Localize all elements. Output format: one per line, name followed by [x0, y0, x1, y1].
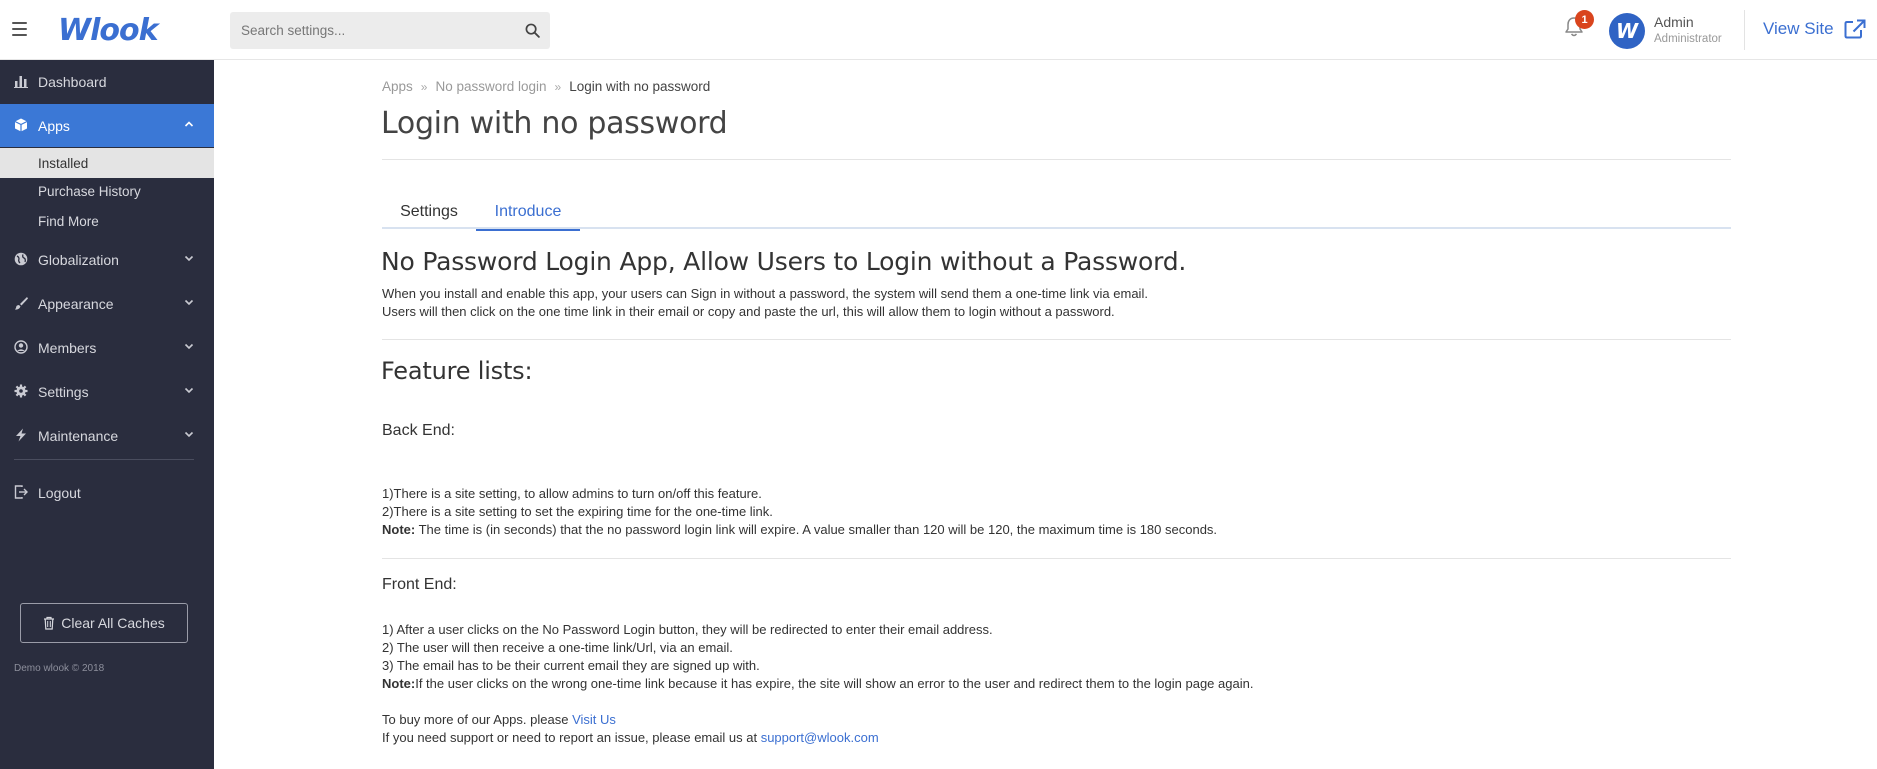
- search-input[interactable]: [230, 12, 514, 49]
- trash-icon: [44, 616, 55, 630]
- clear-all-caches-label: Clear All Caches: [61, 615, 165, 631]
- intro-line-1: When you install and enable this app, yo…: [382, 286, 1148, 301]
- sidebar-item-logout[interactable]: Logout: [0, 471, 214, 514]
- sidebar-subitem-installed[interactable]: Installed: [0, 148, 214, 178]
- chevron-down-icon: [184, 255, 194, 262]
- chevron-right-icon: »: [420, 79, 428, 94]
- view-site-label: View Site: [1763, 19, 1834, 38]
- clear-all-caches-button[interactable]: Clear All Caches: [20, 603, 188, 643]
- chevron-right-icon: »: [554, 79, 562, 94]
- notification-badge: 1: [1575, 10, 1594, 29]
- gear-icon: [14, 384, 28, 398]
- sidebar-item-label: Maintenance: [38, 427, 119, 444]
- sidebar-item-label: Members: [38, 339, 97, 356]
- divider: [382, 558, 1731, 559]
- logo-text: Wlook: [58, 12, 159, 48]
- support-email-link[interactable]: support@wlook.com: [761, 730, 879, 745]
- sidebar-item-appearance[interactable]: Appearance: [0, 282, 214, 325]
- tab-introduce[interactable]: Introduce: [476, 195, 580, 231]
- divider: [1744, 10, 1745, 50]
- support-line: If you need support or need to report an…: [382, 729, 879, 747]
- cube-icon: [14, 118, 28, 132]
- frontend-heading: Front End:: [382, 576, 457, 593]
- copyright: Demo wlook © 2018: [14, 663, 105, 674]
- sidebar-item-members[interactable]: Members: [0, 326, 214, 369]
- avatar[interactable]: W: [1609, 13, 1645, 49]
- external-link-icon: [1844, 19, 1866, 39]
- breadcrumb: Apps » No password login » Login with no…: [382, 79, 710, 94]
- divider: [382, 159, 1731, 160]
- chevron-down-icon: [184, 343, 194, 350]
- sidebar-item-label: Appearance: [38, 295, 114, 312]
- main-content: Apps » No password login » Login with no…: [214, 60, 1877, 769]
- chevron-up-icon: [184, 121, 194, 127]
- globe-icon: [14, 252, 28, 266]
- sidebar-subitem-purchase-history[interactable]: Purchase History: [0, 176, 214, 206]
- chevron-down-icon: [184, 387, 194, 394]
- breadcrumb-current: Login with no password: [569, 79, 711, 94]
- backend-note: Note: The time is (in seconds) that the …: [382, 521, 1217, 539]
- search-icon[interactable]: [514, 12, 550, 49]
- top-bar: Wlook 1 W Admin Administrator View Site: [0, 0, 1877, 60]
- sidebar-item-label: Settings: [38, 383, 89, 400]
- backend-item-1: 1)There is a site setting, to allow admi…: [382, 486, 762, 501]
- backend-heading: Back End:: [382, 422, 455, 439]
- note-text: If the user clicks on the wrong one-time…: [415, 676, 1254, 691]
- sidebar-item-label: Dashboard: [38, 73, 107, 90]
- note-label: Note:: [382, 522, 416, 537]
- sidebar-item-dashboard[interactable]: Dashboard: [0, 60, 214, 103]
- visit-us-link[interactable]: Visit Us: [572, 712, 616, 727]
- sidebar-item-globalization[interactable]: Globalization: [0, 238, 214, 281]
- support-text: If you need support or need to report an…: [382, 730, 761, 745]
- hamburger-icon[interactable]: [12, 22, 27, 36]
- intro-line-2: Users will then click on the one time li…: [382, 304, 1115, 319]
- sidebar-item-label: Apps: [38, 117, 70, 134]
- note-text: The time is (in seconds) that the no pas…: [415, 522, 1218, 537]
- sidebar-item-apps[interactable]: Apps: [0, 104, 214, 147]
- intro-heading: No Password Login App, Allow Users to Lo…: [381, 247, 1187, 276]
- frontend-item-2: 2) The user will then receive a one-time…: [382, 640, 733, 655]
- sidebar-item-label: Globalization: [38, 251, 119, 268]
- bar-chart-icon: [14, 76, 28, 88]
- sidebar-subitem-find-more[interactable]: Find More: [0, 206, 214, 236]
- sidebar-item-maintenance[interactable]: Maintenance: [0, 414, 214, 457]
- sidebar-item-settings[interactable]: Settings: [0, 370, 214, 413]
- chevron-down-icon: [184, 431, 194, 438]
- search-box: [230, 12, 550, 49]
- breadcrumb-no-password-login[interactable]: No password login: [435, 79, 546, 94]
- features-heading: Feature lists:: [381, 357, 533, 385]
- divider: [382, 339, 1731, 340]
- sidebar-divider: [14, 459, 194, 460]
- user-role: Administrator: [1654, 33, 1722, 45]
- bolt-icon: [16, 428, 26, 442]
- frontend-item-3: 3) The email has to be their current ema…: [382, 658, 760, 673]
- sidebar: Dashboard Apps Installed Purchase Histor…: [0, 60, 214, 769]
- logo[interactable]: Wlook: [58, 10, 159, 50]
- brush-icon: [15, 297, 28, 310]
- breadcrumb-apps[interactable]: Apps: [382, 79, 413, 94]
- logout-icon: [14, 485, 28, 499]
- note-label: Note:: [382, 676, 416, 691]
- backend-item-2: 2)There is a site setting to set the exp…: [382, 504, 773, 519]
- tab-settings[interactable]: Settings: [382, 195, 476, 229]
- frontend-item-1: 1) After a user clicks on the No Passwor…: [382, 622, 993, 637]
- buy-more-text: To buy more of our Apps. please: [382, 712, 573, 727]
- tab-bar: Settings Introduce: [382, 195, 1731, 231]
- sidebar-item-label: Logout: [38, 484, 81, 501]
- buy-more-line: To buy more of our Apps. please Visit Us: [382, 711, 616, 729]
- user-name[interactable]: Admin: [1654, 14, 1694, 30]
- user-circle-icon: [14, 340, 28, 354]
- frontend-note: Note:If the user clicks on the wrong one…: [382, 675, 1253, 693]
- chevron-down-icon: [184, 299, 194, 306]
- view-site-link[interactable]: View Site: [1763, 19, 1866, 39]
- page-title: Login with no password: [381, 106, 728, 141]
